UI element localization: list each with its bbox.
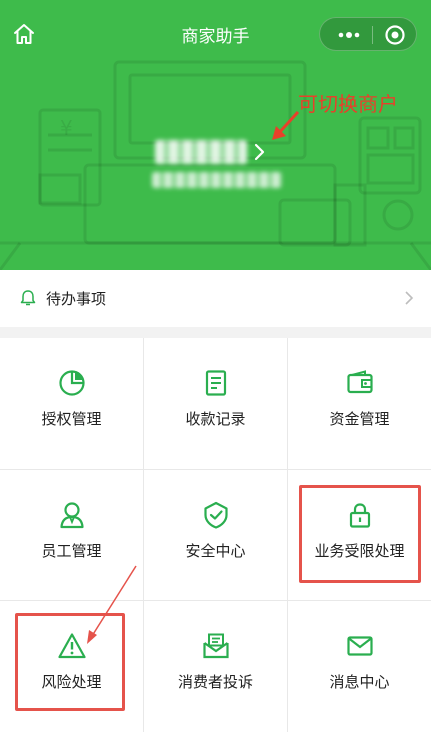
merchant-name-redacted[interactable] xyxy=(155,140,247,164)
grid-item-label: 安全中心 xyxy=(185,542,246,560)
todo-label: 待办事项 xyxy=(46,290,107,308)
person-icon xyxy=(59,502,84,529)
highlight-box xyxy=(299,485,421,583)
grid-item-funds[interactable]: 资金管理 xyxy=(288,338,431,469)
grid-item-label: 消费者投诉 xyxy=(177,673,253,691)
grid-item-security[interactable]: 安全中心 xyxy=(144,470,287,601)
envelope-icon xyxy=(346,636,373,656)
annotation-arrow-icon xyxy=(272,110,300,140)
grid-item-label: 员工管理 xyxy=(41,542,102,560)
mail-open-icon xyxy=(202,633,229,659)
chevron-right-icon[interactable] xyxy=(253,143,267,161)
highlight-arrow-icon xyxy=(87,565,137,644)
grid-item-consumer-complaints[interactable]: 消费者投诉 xyxy=(144,601,287,732)
grid-item-label: 消息中心 xyxy=(329,673,390,691)
pie-chart-icon xyxy=(58,370,85,396)
bell-icon xyxy=(20,290,36,306)
grid-item-label: 收款记录 xyxy=(185,410,246,428)
grid-item-label: 资金管理 xyxy=(329,410,390,428)
wallet-icon xyxy=(346,370,373,394)
grid-item-payment-records[interactable]: 收款记录 xyxy=(144,338,287,469)
more-icon[interactable] xyxy=(337,27,361,43)
merchant-header: ¥ 商家助手 可切换商户 xyxy=(0,0,431,270)
capsule-divider xyxy=(372,26,373,44)
switch-merchant-annotation: 可切换商户 xyxy=(298,92,398,116)
grid-item-label: 授权管理 xyxy=(41,410,102,428)
svg-text:¥: ¥ xyxy=(60,116,73,140)
grid-item-authorization[interactable]: 授权管理 xyxy=(0,338,143,469)
chevron-right-icon xyxy=(405,291,414,305)
merchant-id-redacted xyxy=(152,172,282,188)
close-mini-program-icon[interactable] xyxy=(384,24,406,46)
mini-program-capsule xyxy=(319,17,417,51)
grid-item-messages[interactable]: 消息中心 xyxy=(288,601,431,732)
document-list-icon xyxy=(205,370,226,396)
todo-row[interactable]: 待办事项 xyxy=(0,270,431,327)
shield-check-icon xyxy=(203,501,228,529)
